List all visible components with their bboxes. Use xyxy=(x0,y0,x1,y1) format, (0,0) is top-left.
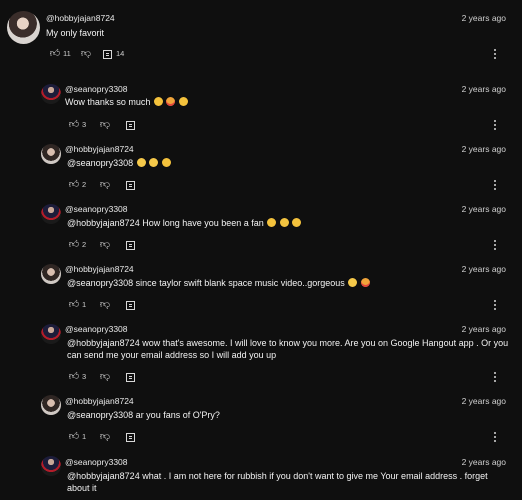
thumbs-down-icon[interactable]: 👎︎ xyxy=(80,48,92,60)
thumbs-up-icon[interactable]: 👍︎ xyxy=(68,119,80,131)
smiling-face-emoji-icon xyxy=(348,278,358,287)
reply-icon[interactable] xyxy=(126,433,135,442)
like-count: 2 xyxy=(82,240,87,249)
more-options-icon[interactable] xyxy=(492,371,498,383)
comment-text: Wow thanks so much xyxy=(65,96,188,108)
more-options-icon[interactable] xyxy=(492,119,498,131)
avatar[interactable] xyxy=(41,395,61,415)
comment-message: Wow thanks so much xyxy=(65,97,153,107)
reply-icon[interactable] xyxy=(126,241,135,250)
more-options-icon[interactable] xyxy=(492,239,498,251)
thumbs-down-icon[interactable]: 👎︎ xyxy=(99,239,111,251)
comment-text: @hobbyjajan8724 what . I am not here for… xyxy=(67,471,488,493)
like-count: 3 xyxy=(82,372,87,381)
heart-eyes-emoji-icon xyxy=(166,97,176,106)
comment-username[interactable]: @hobbyjajan8724 xyxy=(65,144,134,154)
comment-username[interactable]: @seanopry3308 xyxy=(65,84,128,94)
like-count: 1 xyxy=(82,432,87,441)
like-count: 3 xyxy=(82,120,87,129)
avatar[interactable] xyxy=(41,324,61,344)
comment-message: @seanopry3308 xyxy=(67,158,136,168)
hug-emoji-icon xyxy=(153,97,163,106)
comment-text: @hobbyjajan8724 How long have you been a… xyxy=(67,217,302,229)
like-count: 2 xyxy=(82,180,87,189)
comment-username[interactable]: @seanopry3308 xyxy=(65,457,128,467)
comment-time: 2 years ago xyxy=(461,396,506,406)
hug-emoji-icon xyxy=(161,158,171,167)
more-options-icon[interactable] xyxy=(492,431,498,443)
more-options-icon[interactable] xyxy=(492,179,498,191)
like-count: 11 xyxy=(63,49,71,58)
hug-emoji-icon xyxy=(178,97,188,106)
thumbs-down-icon[interactable]: 👎︎ xyxy=(99,371,111,383)
thumbs-down-icon[interactable]: 👎︎ xyxy=(99,431,111,443)
comment-time: 2 years ago xyxy=(461,324,506,334)
reply-icon[interactable] xyxy=(126,121,135,130)
avatar[interactable] xyxy=(41,144,61,164)
thumbs-up-icon[interactable]: 👍︎ xyxy=(68,179,80,191)
thumbs-up-icon[interactable]: 👍︎ xyxy=(68,239,80,251)
comment-time: 2 years ago xyxy=(461,84,506,94)
avatar[interactable] xyxy=(41,456,61,476)
avatar[interactable] xyxy=(41,264,61,284)
comment-text: @seanopry3308 xyxy=(67,157,171,169)
comment-username[interactable]: @hobbyjajan8724 xyxy=(46,13,115,23)
comment-text: @seanopry3308 since taylor swift blank s… xyxy=(67,277,477,289)
comment-text: @hobbyjajan8724 wow that's awesome. I wi… xyxy=(67,338,509,360)
like-count: 1 xyxy=(82,300,87,309)
hug-emoji-icon xyxy=(267,218,277,227)
comment-time: 2 years ago xyxy=(461,264,506,274)
reply-count: 14 xyxy=(116,49,125,58)
smiling-face-emoji-icon xyxy=(149,158,159,167)
more-options-icon[interactable] xyxy=(492,299,498,311)
comment-text: My only favorit xyxy=(46,28,105,38)
comment-time: 2 years ago xyxy=(461,204,506,214)
thumbs-up-icon[interactable]: 👍︎ xyxy=(49,48,61,60)
thumbs-up-icon[interactable]: 👍︎ xyxy=(68,431,80,443)
thumbs-down-icon[interactable]: 👎︎ xyxy=(99,299,111,311)
thinking-face-emoji-icon xyxy=(279,218,289,227)
reply-icon[interactable] xyxy=(103,50,112,59)
reply-icon[interactable] xyxy=(126,373,135,382)
hug-emoji-icon xyxy=(292,218,302,227)
smiling-face-emoji-icon xyxy=(136,158,146,167)
reply-icon[interactable] xyxy=(126,181,135,190)
avatar[interactable] xyxy=(41,204,61,224)
thumbs-down-icon[interactable]: 👎︎ xyxy=(99,119,111,131)
comment-username[interactable]: @hobbyjajan8724 xyxy=(65,396,134,406)
comment-time: 2 years ago xyxy=(461,457,506,467)
comment-username[interactable]: @seanopry3308 xyxy=(65,204,128,214)
thumbs-up-icon[interactable]: 👍︎ xyxy=(68,299,80,311)
comment-username[interactable]: @seanopry3308 xyxy=(65,324,128,334)
avatar[interactable] xyxy=(7,11,40,44)
avatar[interactable] xyxy=(41,84,61,104)
thumbs-down-icon[interactable]: 👎︎ xyxy=(99,179,111,191)
more-options-icon[interactable] xyxy=(492,48,498,60)
thumbs-up-icon[interactable]: 👍︎ xyxy=(68,371,80,383)
heart-eyes-emoji-icon xyxy=(360,278,370,287)
comment-username[interactable]: @hobbyjajan8724 xyxy=(65,264,134,274)
reply-icon[interactable] xyxy=(126,301,135,310)
comment-time: 2 years ago xyxy=(461,144,506,154)
comment-message: @hobbyjajan8724 How long have you been a… xyxy=(67,218,267,228)
comment-time: 2 years ago xyxy=(461,13,506,23)
comment-message: @seanopry3308 since taylor swift blank s… xyxy=(67,278,345,288)
comment-text: @seanopry3308 ar you fans of O'Pry? xyxy=(67,410,220,420)
